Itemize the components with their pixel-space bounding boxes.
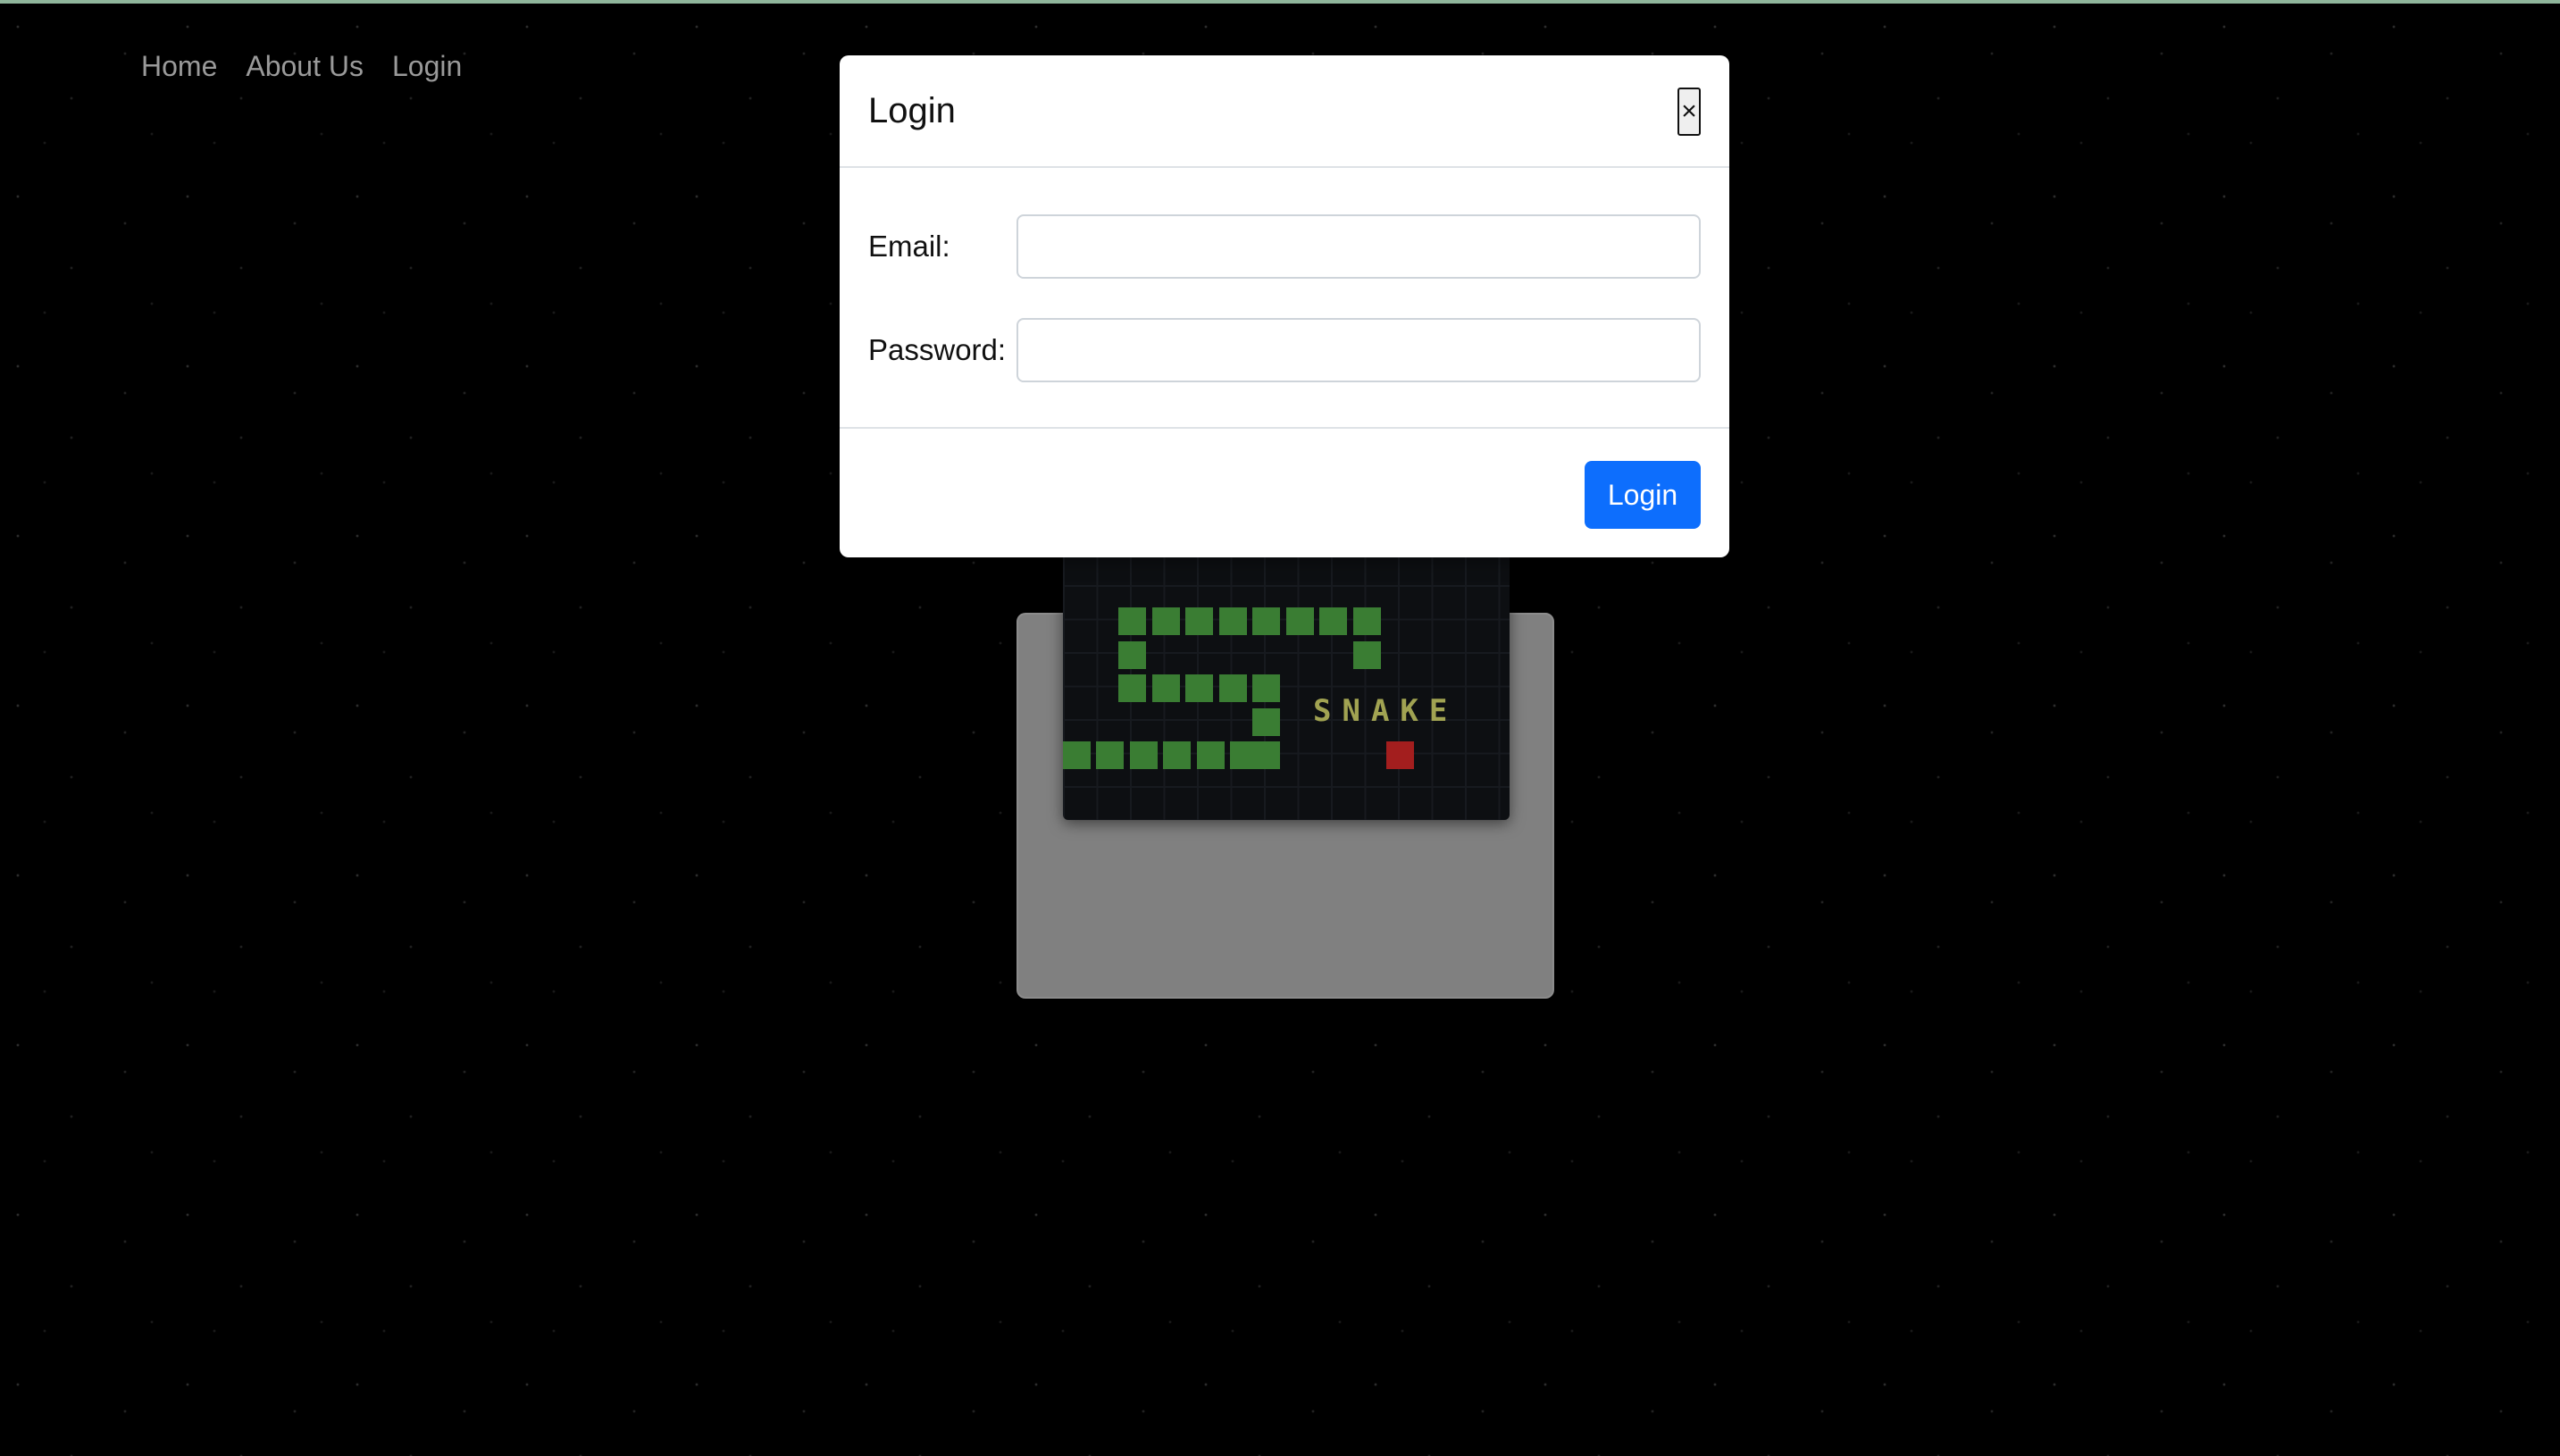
snake-segment [1185, 607, 1213, 635]
snake-title-text: SNAKE [1313, 693, 1459, 729]
password-row: Password: [868, 318, 1701, 382]
login-modal: Login × Email: Password: Login [840, 55, 1729, 557]
close-button[interactable]: × [1677, 88, 1701, 136]
password-field[interactable] [1016, 318, 1701, 382]
nav-about-link[interactable]: About Us [246, 50, 364, 83]
snake-segment [1252, 674, 1280, 702]
email-row: Email: [868, 214, 1701, 279]
top-accent-bar [0, 0, 2560, 4]
snake-segment [1118, 607, 1146, 635]
snake-segment [1252, 607, 1280, 635]
snake-segment [1352, 640, 1381, 669]
snake-segment [1218, 674, 1247, 702]
password-label: Password: [868, 333, 1007, 366]
nav-home-link[interactable]: Home [141, 50, 217, 83]
snake-segment [1151, 674, 1180, 702]
snake-segment [1218, 607, 1247, 635]
snake-segment [1163, 741, 1191, 769]
snake-segment [1252, 741, 1280, 769]
snake-segment [1096, 741, 1124, 769]
snake-segment [1352, 607, 1381, 635]
snake-segment [1252, 707, 1280, 736]
snake-food [1386, 741, 1414, 769]
snake-segment [1319, 607, 1347, 635]
email-label: Email: [868, 230, 950, 263]
modal-title: Login [868, 91, 956, 130]
email-field[interactable] [1016, 214, 1701, 279]
modal-header: Login × [840, 55, 1729, 168]
login-submit-button[interactable]: Login [1585, 461, 1701, 529]
snake-segment [1151, 607, 1180, 635]
snake-segment [1118, 640, 1146, 669]
snake-segment [1285, 607, 1314, 635]
nav-login-link[interactable]: Login [392, 50, 462, 83]
snake-segment [1129, 741, 1158, 769]
snake-segment [1118, 674, 1146, 702]
snake-segment [1196, 741, 1225, 769]
snake-game-logo: SNAKE [1063, 518, 1510, 820]
snake-segment [1185, 674, 1213, 702]
snake-segment [1063, 741, 1091, 769]
top-nav: Home About Us Login [141, 50, 462, 83]
modal-body: Email: Password: [840, 168, 1729, 429]
